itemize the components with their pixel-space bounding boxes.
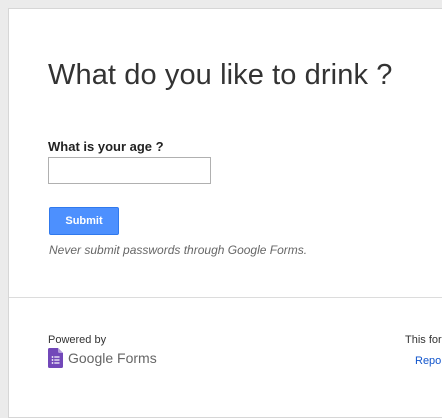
age-input[interactable] <box>48 157 211 184</box>
google-forms-logo[interactable]: Google Forms <box>48 347 157 369</box>
footer-divider <box>9 297 442 298</box>
footer-notice: This for <box>405 334 442 346</box>
report-abuse-link[interactable]: Repor <box>415 355 442 367</box>
brand-name: Google Forms <box>68 350 157 366</box>
google-forms-icon <box>48 348 63 368</box>
submit-button[interactable]: Submit <box>49 207 119 235</box>
powered-by-label: Powered by <box>48 334 107 346</box>
form-title: What do you like to drink ? <box>48 59 393 91</box>
question-label-age: What is your age ? <box>48 139 164 154</box>
form-card: What do you like to drink ? What is your… <box>8 8 442 418</box>
password-warning: Never submit passwords through Google Fo… <box>49 243 308 257</box>
